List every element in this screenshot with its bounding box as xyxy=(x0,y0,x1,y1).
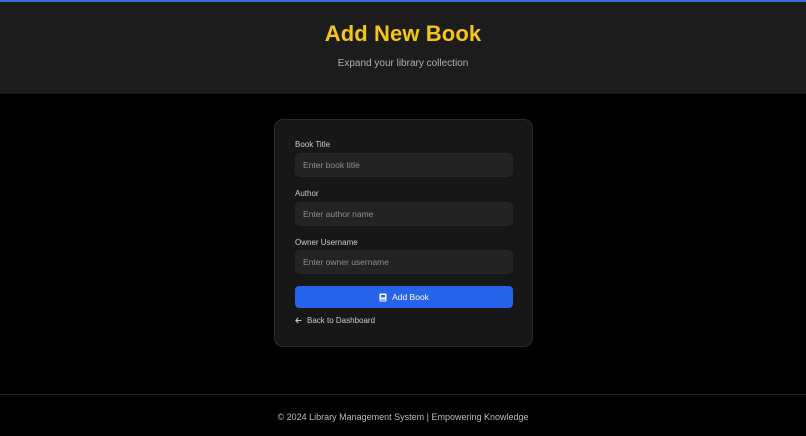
page-subtitle: Expand your library collection xyxy=(337,58,469,69)
author-input[interactable] xyxy=(295,202,513,226)
add-book-button-label: Add Book xyxy=(392,292,429,302)
owner-username-input[interactable] xyxy=(295,250,513,274)
add-book-form: Book Title Author Owner Username Add Boo… xyxy=(274,119,533,347)
footer-text: © 2024 Library Management System | Empow… xyxy=(277,412,529,422)
page-header: Add New Book Expand your library collect… xyxy=(0,2,806,94)
add-book-button[interactable]: Add Book xyxy=(295,286,513,308)
page-footer: © 2024 Library Management System | Empow… xyxy=(0,395,806,436)
back-to-dashboard-link[interactable]: Back to Dashboard xyxy=(295,316,375,325)
page-title: Add New Book xyxy=(324,21,482,46)
page: Add New Book Expand your library collect… xyxy=(0,0,806,436)
book-title-input[interactable] xyxy=(295,153,513,177)
book-icon xyxy=(379,293,387,302)
book-title-label: Book Title xyxy=(295,140,331,149)
arrow-left-icon xyxy=(295,317,302,324)
back-to-dashboard-label: Back to Dashboard xyxy=(307,316,376,325)
author-label: Author xyxy=(295,189,319,198)
owner-username-label: Owner Username xyxy=(295,238,358,247)
